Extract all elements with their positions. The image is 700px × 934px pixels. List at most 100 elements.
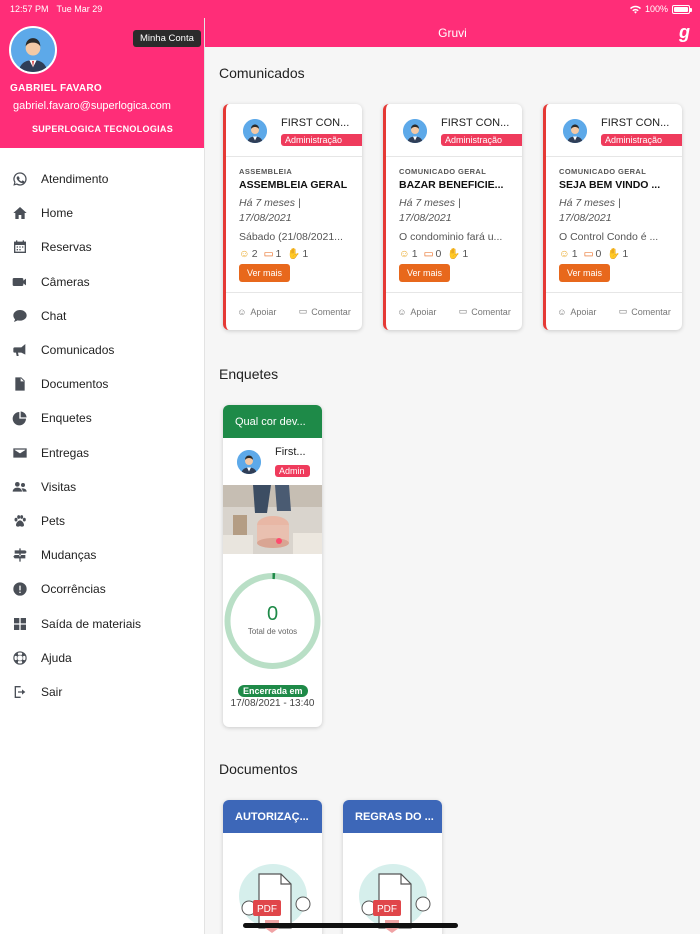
- status-bar: 12:57 PM Tue Mar 29 100%: [0, 0, 700, 18]
- paw-icon: [11, 512, 28, 529]
- sidebar-item-label: Pets: [41, 513, 66, 528]
- sidebar-item-mudancas[interactable]: Mudanças: [0, 538, 204, 572]
- section-title-comunicados: Comunicados: [219, 65, 305, 81]
- sidebar-item-pets[interactable]: Pets: [0, 504, 204, 538]
- document-card[interactable]: REGRAS DO ... PDF: [343, 800, 442, 934]
- announcement-card[interactable]: FIRST CON... Administração COMUNICADO GE…: [543, 104, 682, 330]
- comment-icon: ▭: [263, 247, 274, 260]
- card-category: ASSEMBLEIA: [239, 167, 293, 176]
- sidebar-item-comunicados[interactable]: Comunicados: [0, 333, 204, 367]
- comment-button[interactable]: ▭ Comentar: [299, 306, 351, 317]
- support-button[interactable]: ☺ Apoiar: [557, 307, 596, 317]
- pie-chart-icon: [11, 410, 28, 427]
- grid-icon: [11, 615, 28, 632]
- smile-icon: ☺: [557, 306, 567, 317]
- sidebar-item-entregas[interactable]: Entregas: [0, 436, 204, 470]
- sidebar-item-ajuda[interactable]: Ajuda: [0, 641, 204, 675]
- role-badge: Administração: [281, 134, 362, 146]
- comment-label: Comentar: [471, 306, 511, 317]
- sidebar-item-documentos[interactable]: Documentos: [0, 367, 204, 401]
- card-excerpt: O condominio fará u...: [399, 231, 503, 243]
- support-label: Apoiar: [410, 306, 437, 317]
- comment-icon: ▭: [618, 306, 628, 316]
- profile-company: SUPERLOGICA TECNOLOGIAS: [31, 124, 174, 134]
- likes-count: 1: [571, 247, 578, 260]
- avatar: [237, 450, 261, 474]
- sidebar-item-label: Câmeras: [41, 274, 90, 289]
- support-button[interactable]: ☺ Apoiar: [237, 307, 276, 317]
- my-account-button[interactable]: Minha Conta: [133, 30, 201, 47]
- smile-icon: ☺: [239, 247, 250, 260]
- sidebar-item-enquetes[interactable]: Enquetes: [0, 401, 204, 435]
- smile-icon: ☺: [399, 247, 410, 260]
- claps-count: 1: [462, 247, 469, 260]
- card-author: FIRST CON...: [281, 117, 350, 129]
- reaction-counts: ☺ 2 ▭ 1 ✋ 1: [239, 247, 308, 261]
- card-title: ASSEMBLEIA GERAL: [239, 179, 348, 191]
- announcement-card[interactable]: FIRST CON... Administração COMUNICADO GE…: [383, 104, 522, 330]
- section-title-enquetes: Enquetes: [219, 366, 279, 382]
- sidebar-item-cameras[interactable]: Câmeras: [0, 265, 204, 299]
- poll-closed-date: 17/08/2021 - 13:40: [230, 698, 315, 709]
- poll-card[interactable]: Qual cor dev... First... Admin 0 Total d…: [223, 405, 322, 727]
- poll-author: First...: [275, 446, 306, 458]
- chat-bubble-icon: [11, 307, 28, 324]
- smile-icon: ☺: [397, 306, 407, 317]
- card-title: BAZAR BENEFICIE...: [399, 179, 504, 191]
- sidebar-item-chat[interactable]: Chat: [0, 299, 204, 333]
- status-time: 12:57 PM: [10, 4, 49, 14]
- comment-button[interactable]: ▭ Comentar: [619, 306, 671, 317]
- comment-button[interactable]: ▭ Comentar: [459, 306, 511, 317]
- document-card[interactable]: AUTORIZAÇ... PDF: [223, 800, 322, 934]
- smile-icon: ☺: [559, 247, 570, 260]
- status-date: Tue Mar 29: [56, 4, 103, 14]
- clap-icon: ✋: [607, 248, 621, 260]
- megaphone-icon: [11, 342, 28, 359]
- profile-email: gabriel.favaro@superlogica.com: [13, 100, 171, 112]
- card-category: COMUNICADO GERAL: [399, 167, 487, 176]
- app-logo[interactable]: g: [679, 22, 690, 43]
- sidebar-item-saida-materiais[interactable]: Saída de materiais: [0, 606, 204, 640]
- people-icon: [11, 478, 28, 495]
- avatar[interactable]: [9, 26, 57, 74]
- sidebar-item-label: Sair: [41, 684, 63, 699]
- sidebar-item-label: Enquetes: [41, 411, 92, 426]
- support-label: Apoiar: [570, 306, 597, 317]
- sidebar-item-home[interactable]: Home: [0, 196, 204, 230]
- card-title: SEJA BEM VINDO ...: [559, 179, 661, 191]
- pdf-badge: PDF: [377, 904, 397, 915]
- sidebar-item-label: Visitas: [41, 479, 77, 494]
- page-title: Gruvi: [438, 25, 467, 40]
- card-date: Há 7 meses | 17/08/2021: [239, 197, 301, 224]
- sidebar-item-label: Saída de materiais: [41, 616, 142, 631]
- likes-count: 1: [411, 247, 418, 260]
- wifi-icon: [629, 5, 641, 14]
- announcement-card[interactable]: FIRST CON... Administração ASSEMBLEIA AS…: [223, 104, 362, 330]
- sidebar-item-visitas[interactable]: Visitas: [0, 470, 204, 504]
- sidebar-item-label: Mudanças: [41, 548, 97, 563]
- see-more-button[interactable]: Ver mais: [559, 264, 611, 282]
- likes-count: 2: [251, 247, 258, 260]
- sidebar-item-label: Atendimento: [41, 172, 109, 187]
- card-footer: ☺ Apoiar ▭ Comentar: [546, 292, 682, 330]
- see-more-button[interactable]: Ver mais: [239, 264, 291, 282]
- support-button[interactable]: ☺ Apoiar: [397, 307, 436, 317]
- sidebar-item-reservas[interactable]: Reservas: [0, 230, 204, 264]
- home-indicator[interactable]: [243, 923, 458, 928]
- comments-count: 0: [595, 247, 602, 260]
- card-header: FIRST CON... Administração: [226, 104, 362, 157]
- avatar: [563, 119, 587, 143]
- role-badge: Admin: [275, 465, 310, 477]
- video-camera-icon: [11, 273, 28, 290]
- section-title-documentos: Documentos: [219, 761, 298, 777]
- sidebar-item-sair[interactable]: Sair: [0, 675, 204, 709]
- poll-image: [223, 485, 322, 554]
- comment-icon: ▭: [298, 306, 308, 316]
- lifebuoy-icon: [11, 649, 28, 666]
- comment-icon: ▭: [583, 247, 594, 260]
- sidebar-item-atendimento[interactable]: Atendimento: [0, 162, 204, 196]
- sidebar-item-label: Comunicados: [41, 343, 115, 358]
- see-more-button[interactable]: Ver mais: [399, 264, 451, 282]
- card-author: FIRST CON...: [441, 117, 510, 129]
- sidebar-item-ocorrencias[interactable]: Ocorrências: [0, 572, 204, 606]
